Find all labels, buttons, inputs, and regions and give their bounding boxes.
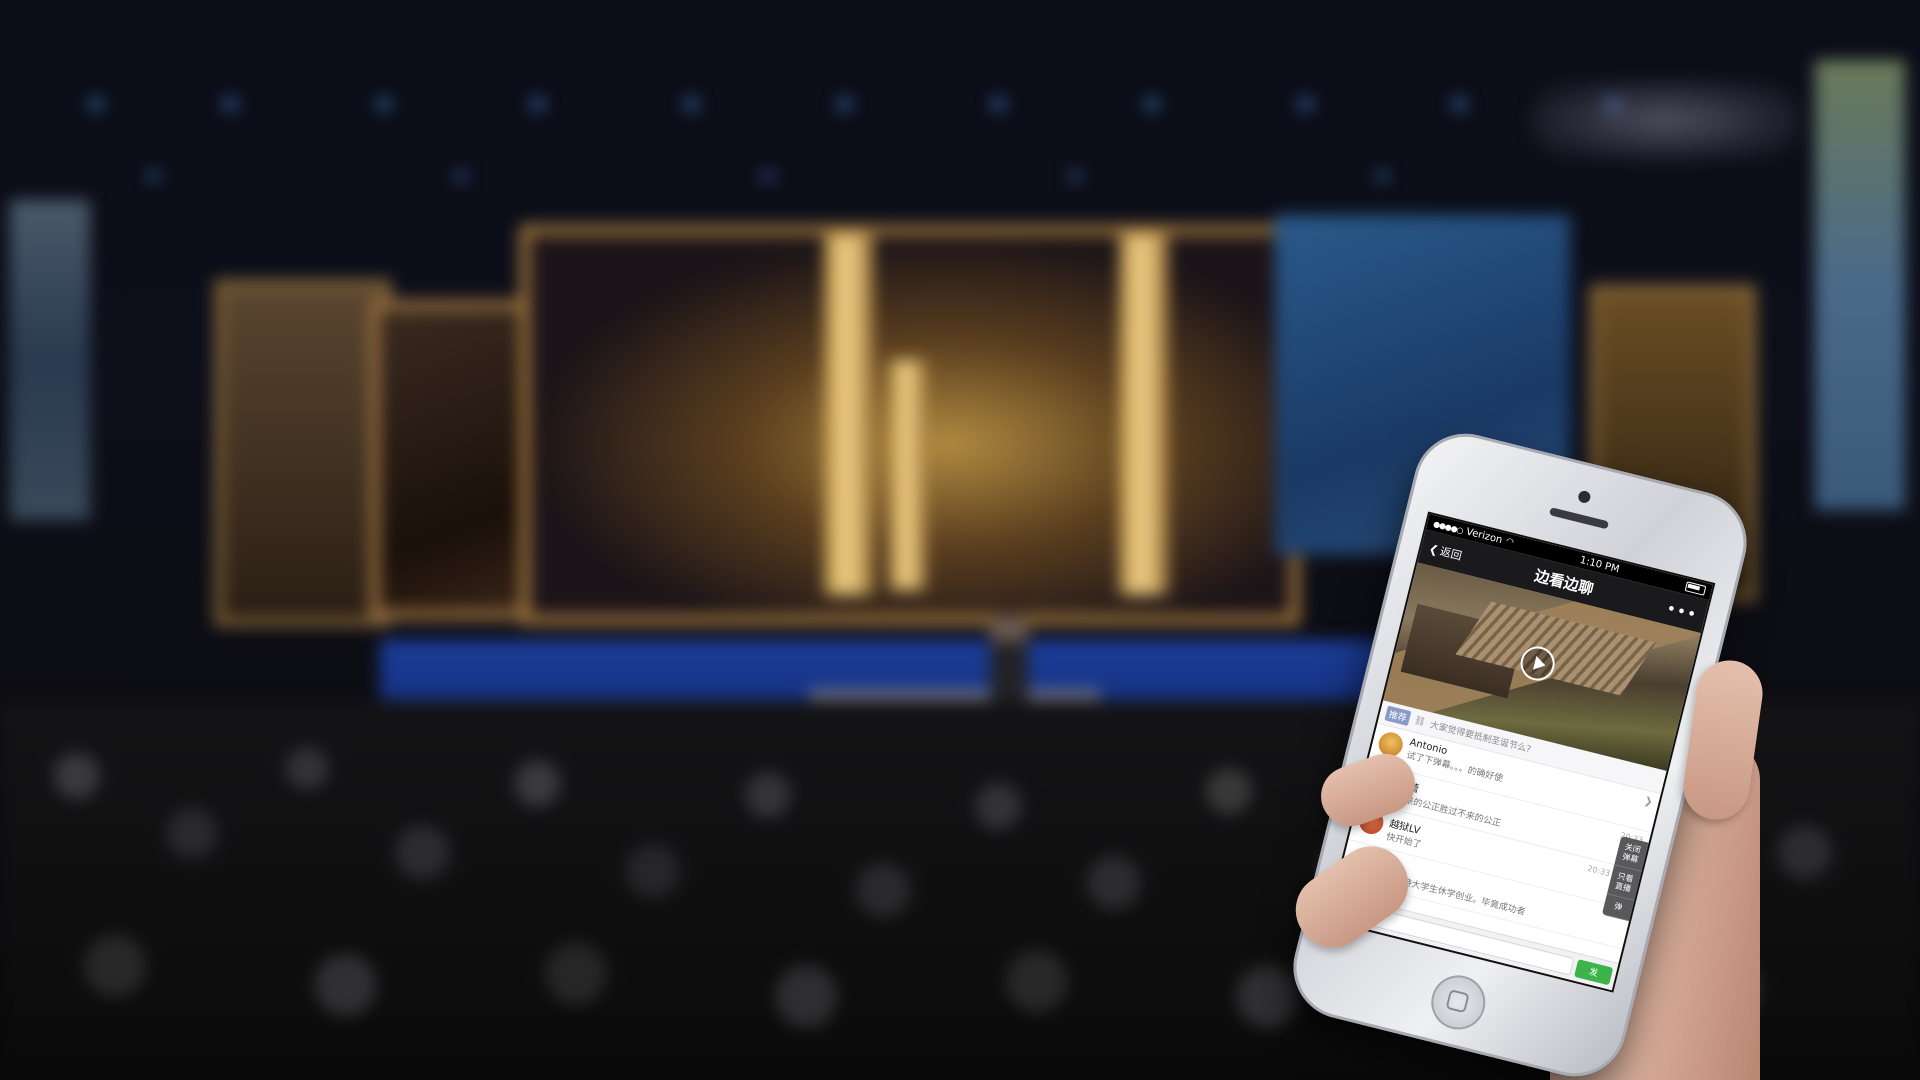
link-icon: ⛓ — [1413, 715, 1427, 728]
right-side-screen — [1815, 60, 1905, 510]
comment-time: 20:33 — [1586, 863, 1612, 879]
send-button[interactable]: 发 — [1574, 958, 1614, 985]
chevron-left-icon: ❮ — [1427, 541, 1440, 557]
scene: ●●●●○ Verizon ◠ 1:10 PM ❮ 返回 边看边聊 ••• 推荐… — [0, 0, 1920, 1080]
stage-pillar — [890, 360, 926, 590]
chevron-right-icon: ❯ — [1642, 795, 1654, 809]
left-side-screen — [10, 200, 90, 520]
home-square-icon — [1445, 989, 1470, 1014]
stage-screen-left — [215, 280, 391, 626]
stage-pillar — [1120, 235, 1168, 595]
battery-icon — [1684, 581, 1707, 596]
stage-pillar — [825, 235, 873, 595]
back-button[interactable]: ❮ 返回 — [1427, 540, 1463, 564]
more-dots-icon[interactable]: ••• — [1665, 598, 1700, 624]
back-label: 返回 — [1438, 544, 1464, 563]
recommend-tag: 推荐 — [1384, 705, 1412, 726]
broadcast-logo — [1530, 80, 1800, 160]
wifi-icon: ◠ — [1504, 536, 1515, 549]
